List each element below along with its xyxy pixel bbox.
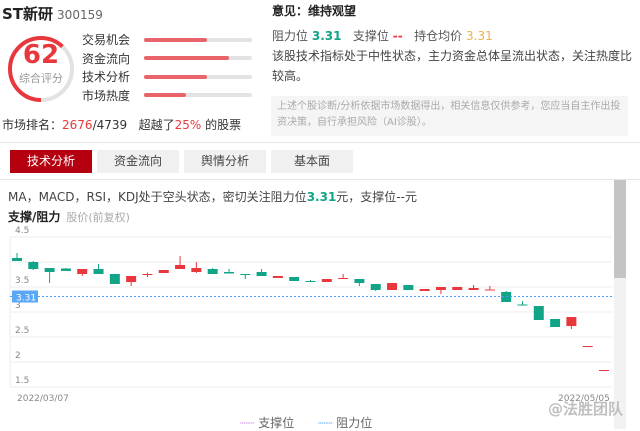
candle-body — [403, 285, 414, 290]
watermark: @法胜团队 — [548, 400, 624, 418]
candle-body — [223, 272, 234, 274]
candle-body — [533, 306, 544, 320]
candle-body — [109, 274, 120, 284]
price-levels: 阻力位 3.31 支撑位 -- 持仓均价 3.31 — [272, 29, 493, 43]
stock-code: 300159 — [57, 8, 103, 22]
analysis-description: 该股技术指标处于中性状态，主力资金总体呈流出状态，关注热度比较高。 — [272, 49, 633, 83]
stock-title: ST新研 300159 — [2, 5, 103, 23]
candle-body — [566, 317, 577, 326]
candle-body — [191, 268, 202, 272]
metric-label: 资金流向 — [82, 51, 131, 66]
candle-body — [272, 276, 283, 278]
disclaimer: 上述个股诊断/分析依据市场数据得出，相关信息仅供参考，您应当自主作出投资决策，自… — [271, 96, 628, 136]
metric-row: 市场热度 — [82, 87, 252, 104]
technical-summary: MA，MACD，RSI，KDJ处于空头状态，密切关注阻力位3.31元，支撑位--… — [8, 190, 417, 204]
candle-body — [370, 284, 381, 290]
score-value: 62 — [22, 40, 60, 70]
candle-body — [240, 274, 251, 275]
candle-body — [468, 288, 479, 290]
candle-body — [12, 258, 22, 261]
market-rank: 市场排名：2676/4739 超越了25% 的股票 — [2, 118, 242, 132]
scrollbar-thumb[interactable] — [614, 180, 626, 278]
candle-body — [419, 289, 430, 291]
candle-body — [28, 262, 39, 269]
metric-bar — [144, 37, 252, 42]
candle-body — [550, 319, 561, 327]
y-tick-label: 3.5 — [15, 276, 29, 286]
candle-body — [354, 279, 365, 283]
metric-bar — [144, 56, 252, 60]
candle-body — [289, 277, 300, 281]
candle-body — [387, 283, 398, 290]
metric-bar-fill — [144, 56, 230, 60]
divider — [0, 142, 640, 143]
candle-body — [305, 281, 316, 282]
candle-body — [142, 274, 153, 275]
candle-body — [582, 346, 593, 347]
metric-bar — [144, 74, 252, 79]
metric-bar-fill — [144, 37, 207, 42]
y-tick-label: 2 — [15, 351, 21, 361]
candle-body — [256, 272, 267, 276]
y-tick-label: 1.5 — [15, 376, 29, 386]
tab-0[interactable]: 技术分析 — [10, 150, 92, 173]
y-tick-label: 2.5 — [15, 326, 29, 336]
candle-body — [321, 279, 332, 282]
candle-body — [452, 287, 463, 290]
divider — [0, 179, 640, 180]
candle-body — [175, 265, 186, 269]
x-tick-start: 2022/03/07 — [17, 394, 69, 404]
candle-body — [517, 304, 528, 306]
score-label: 综合评分 — [19, 72, 63, 85]
legend-resistance: ┈┈ 阻力位 — [318, 416, 373, 430]
metric-bar-fill — [144, 93, 187, 97]
chart-title: 支撑/阻力 股价(前复权) — [8, 210, 130, 224]
candle-body — [126, 276, 137, 282]
tab-3[interactable]: 基本面 — [271, 150, 353, 173]
metric-bar-fill — [144, 74, 207, 79]
resistance-label: 3.31 — [16, 294, 36, 304]
tab-2[interactable]: 舆情分析 — [184, 150, 266, 173]
candle-body — [44, 268, 55, 272]
metric-label: 技术分析 — [82, 70, 131, 84]
candle-body — [599, 370, 609, 371]
chart-subtitle: 股价(前复权) — [66, 211, 130, 224]
metric-row: 技术分析 — [82, 68, 252, 85]
candle-body — [435, 287, 446, 290]
metric-row: 交易机会 — [82, 31, 252, 48]
candle-body — [484, 289, 495, 291]
candle-body — [158, 270, 169, 273]
candle-body — [93, 269, 104, 274]
metric-bar — [144, 93, 252, 97]
tab-1[interactable]: 资金流向 — [97, 150, 179, 173]
candlestick-chart: 4.53.532.521.53.312022/03/07 2022/05/05 — [9, 226, 612, 404]
metric-label: 交易机会 — [82, 33, 131, 47]
legend-support: ┈┈ 支撑位 — [240, 416, 295, 430]
candle-body — [207, 269, 218, 274]
candle-body — [338, 278, 349, 279]
y-tick-label: 4.5 — [15, 226, 29, 236]
metric-label: 市场热度 — [82, 88, 131, 103]
candle-body — [60, 268, 71, 271]
candle-body — [77, 269, 88, 274]
opinion: 意见：维持观望 — [272, 4, 357, 18]
metric-row: 资金流向 — [82, 50, 252, 67]
